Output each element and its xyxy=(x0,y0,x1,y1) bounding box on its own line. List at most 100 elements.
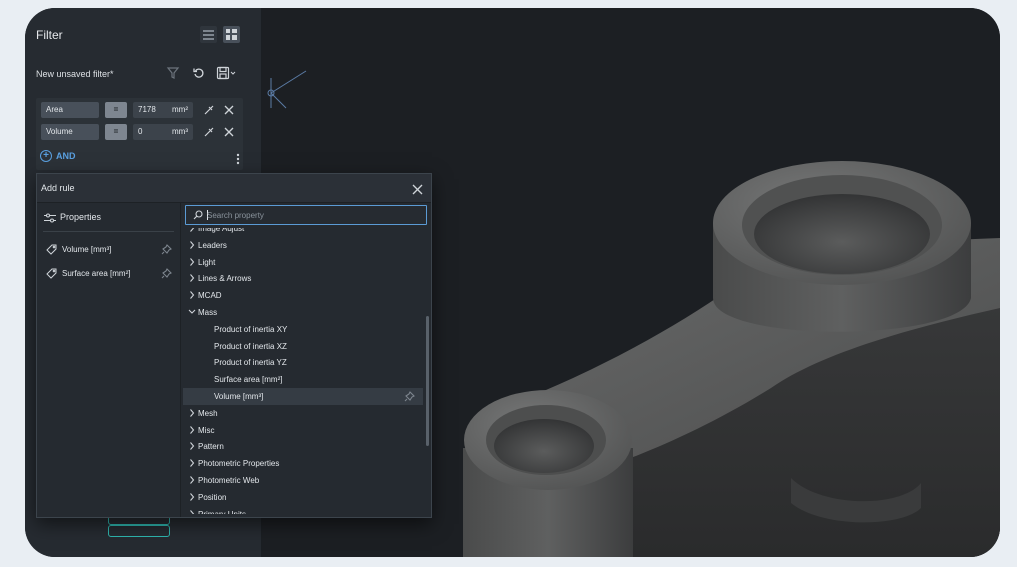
axis-gizmo xyxy=(267,70,307,109)
chevron-right-icon[interactable] xyxy=(188,290,196,300)
chevron-down-icon[interactable] xyxy=(188,307,196,317)
tree-label: Primary Units xyxy=(198,510,246,514)
close-icon[interactable] xyxy=(223,104,235,116)
tag-icon xyxy=(46,244,57,255)
tree-leaf[interactable]: Surface area [mm²] xyxy=(183,371,423,388)
grid-view-icon[interactable] xyxy=(223,26,240,43)
chevron-right-icon[interactable] xyxy=(188,425,196,435)
tree-label: Photometric Properties xyxy=(198,459,280,469)
tree-group[interactable]: Position xyxy=(183,489,423,506)
tree-group[interactable]: Mesh xyxy=(183,405,423,422)
tree-leaf[interactable]: Product of inertia XZ xyxy=(183,338,423,355)
list-view-icon[interactable] xyxy=(200,26,217,43)
value-input[interactable]: 7178 mm² xyxy=(133,102,193,118)
pin-icon[interactable] xyxy=(161,244,172,255)
tree-label: Leaders xyxy=(198,240,227,250)
tree-group[interactable]: Leaders xyxy=(183,237,423,254)
tree-label: Photometric Web xyxy=(198,476,260,485)
operator-select[interactable]: = xyxy=(105,124,127,140)
search-icon xyxy=(193,210,203,220)
save-icon[interactable] xyxy=(216,66,236,80)
tree-group[interactable]: MCAD xyxy=(183,287,423,304)
plus-circle-icon: + xyxy=(40,150,52,162)
kebab-icon[interactable] xyxy=(236,152,240,166)
dialog-title: Add rule xyxy=(41,183,75,193)
pin-icon[interactable] xyxy=(161,268,172,279)
favorite-item[interactable]: Volume [mm³] xyxy=(46,243,172,257)
tree-leaf[interactable]: Product of inertia YZ xyxy=(183,354,423,371)
tree-label: Product of inertia YZ xyxy=(214,358,287,368)
tree-group[interactable]: Lines & Arrows xyxy=(183,270,423,287)
tree-group[interactable]: Image Adjust xyxy=(183,228,423,237)
favorite-item[interactable]: Surface area [mm²] xyxy=(46,267,172,281)
tree-label: Pattern xyxy=(198,442,224,452)
tree-group[interactable]: Photometric Properties xyxy=(183,455,423,472)
tree-label: Product of inertia XY xyxy=(214,324,288,334)
tree-group[interactable]: Mass xyxy=(183,304,423,321)
close-icon[interactable] xyxy=(412,182,423,195)
reset-icon[interactable] xyxy=(192,66,206,80)
chevron-right-icon[interactable] xyxy=(188,458,196,468)
eyedropper-icon[interactable] xyxy=(203,104,215,116)
dialog-header: Add rule xyxy=(37,174,431,203)
close-icon[interactable] xyxy=(223,126,235,138)
chevron-right-icon[interactable] xyxy=(188,441,196,451)
tree-label: MCAD xyxy=(198,291,222,301)
chevron-right-icon[interactable] xyxy=(188,240,196,250)
chevron-right-icon[interactable] xyxy=(188,228,196,233)
tree-group[interactable]: Pattern xyxy=(183,438,423,455)
property-select[interactable]: Area xyxy=(41,102,99,118)
tree-label: Lines & Arrows xyxy=(198,274,252,284)
property-select[interactable]: Volume xyxy=(41,124,99,140)
chevron-right-icon[interactable] xyxy=(188,492,196,502)
tree-group[interactable]: Primary Units xyxy=(183,506,423,514)
tree-group[interactable]: Light xyxy=(183,254,423,271)
search-input[interactable] xyxy=(207,208,417,222)
tree-label: Position xyxy=(198,492,227,502)
pin-icon[interactable] xyxy=(404,391,415,402)
rule-list: Area = 7178 mm² Volume = 0 mm³ + AND xyxy=(36,98,243,170)
chevron-right-icon[interactable] xyxy=(188,273,196,283)
tree-label: Product of inertia XZ xyxy=(214,341,287,351)
tree-group[interactable]: Photometric Web xyxy=(183,472,423,489)
favorites-pane: Properties Volume [mm³] Surface area [mm… xyxy=(37,202,181,517)
scrollbar[interactable] xyxy=(426,316,429,446)
value-text: 7178 xyxy=(138,105,156,114)
chevron-right-icon[interactable] xyxy=(188,475,196,485)
properties-header[interactable]: Properties xyxy=(44,212,101,223)
tree-label: Misc xyxy=(198,425,215,435)
graph-node[interactable] xyxy=(108,525,170,537)
value-input[interactable]: 0 mm³ xyxy=(133,124,193,140)
app-window: Filter New unsaved filter* Area = 7178 m… xyxy=(25,8,1000,557)
chevron-right-icon[interactable] xyxy=(188,408,196,418)
tree-label: Image Adjust xyxy=(198,228,245,233)
properties-label: Properties xyxy=(60,212,102,222)
chevron-right-icon[interactable] xyxy=(188,509,196,514)
unit-label: mm² xyxy=(172,105,188,114)
favorite-label: Surface area [mm²] xyxy=(62,269,131,278)
and-label: AND xyxy=(56,151,76,161)
and-button[interactable]: + AND xyxy=(40,150,76,164)
chevron-right-icon[interactable] xyxy=(188,257,196,267)
tree-leaf[interactable]: Volume [mm³] xyxy=(183,388,423,405)
divider xyxy=(43,231,174,232)
unit-label: mm³ xyxy=(172,127,188,136)
favorite-label: Volume [mm³] xyxy=(62,245,112,254)
filter-name: New unsaved filter* xyxy=(36,69,114,79)
clear-filter-icon[interactable] xyxy=(166,66,180,80)
search-field[interactable] xyxy=(185,205,427,225)
value-text: 0 xyxy=(138,127,143,136)
eyedropper-icon[interactable] xyxy=(203,126,215,138)
tree-label: Mass xyxy=(198,308,218,317)
tree-label: Mesh xyxy=(198,408,218,418)
tree-leaf[interactable]: Product of inertia XY xyxy=(183,321,423,338)
tree-label: Surface area [mm²] xyxy=(214,375,283,385)
tree-label: Light xyxy=(198,257,216,267)
operator-select[interactable]: = xyxy=(105,102,127,118)
sliders-icon xyxy=(44,213,56,223)
tree-group[interactable]: Misc xyxy=(183,422,423,439)
panel-title: Filter xyxy=(36,28,63,42)
add-rule-dialog: Add rule Properties Volume [mm³] Surface… xyxy=(36,173,432,518)
property-tree: Image Adjust Leaders Light Lines & Arrows MC… xyxy=(183,228,423,514)
tree-label: Volume [mm³] xyxy=(214,392,264,401)
